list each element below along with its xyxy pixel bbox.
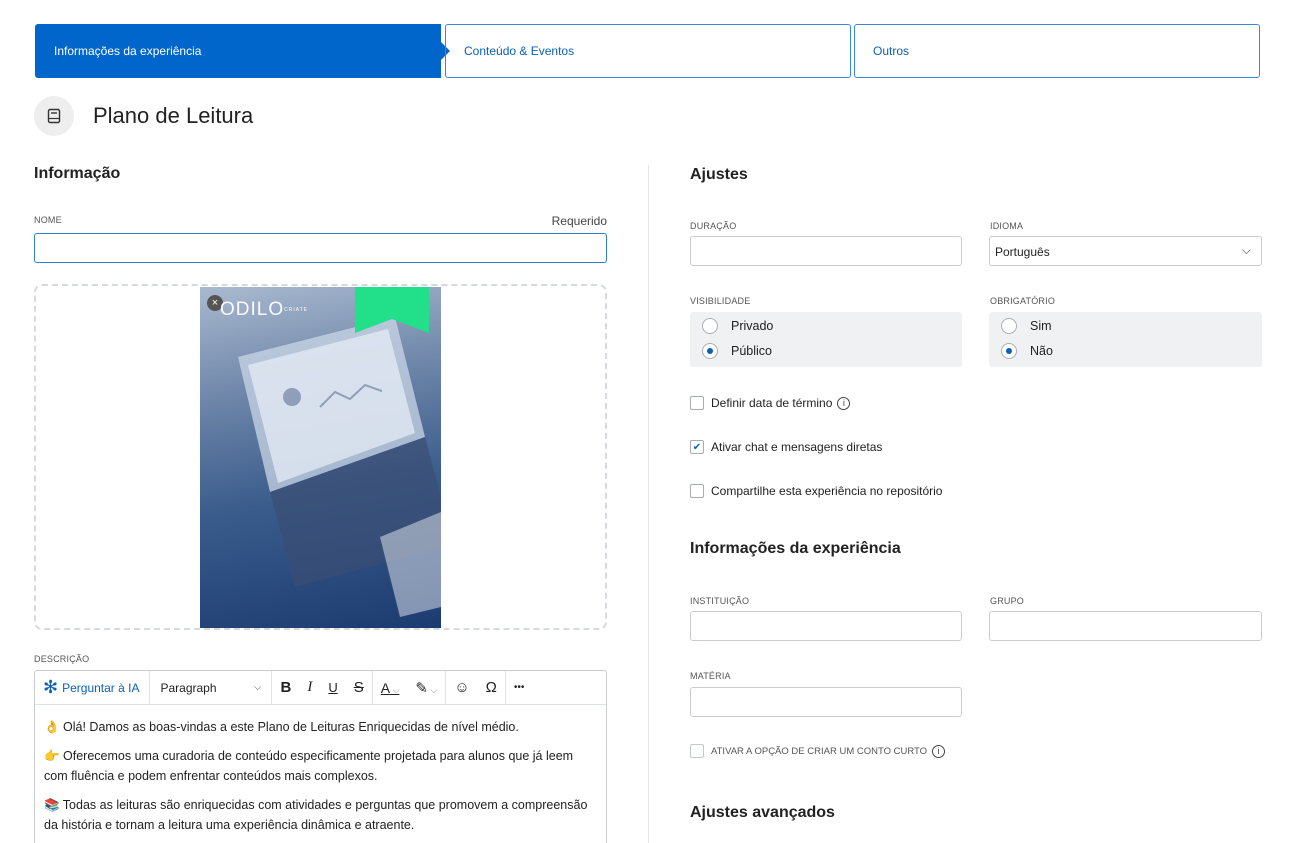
book-icon bbox=[34, 96, 74, 136]
paragraph-select[interactable]: Paragraph ⌵ bbox=[150, 671, 273, 705]
bold-button[interactable]: B bbox=[272, 679, 299, 696]
language-select[interactable]: Português ⌵ bbox=[989, 236, 1262, 266]
chat-checkbox[interactable]: ✔ bbox=[690, 440, 704, 454]
column-divider bbox=[648, 165, 649, 843]
end-date-checkbox[interactable] bbox=[690, 396, 704, 410]
radio-no[interactable]: Não bbox=[1001, 343, 1053, 359]
step-experience-info[interactable]: Informações da experiência bbox=[35, 24, 450, 78]
step-label: Outros bbox=[873, 44, 910, 58]
page-title: Plano de Leitura bbox=[93, 103, 254, 128]
logo-text: ODILO bbox=[220, 299, 285, 320]
duration-input[interactable] bbox=[690, 236, 962, 266]
editor-content[interactable]: 👌 Olá! Damos as boas-vindas a este Plano… bbox=[35, 705, 606, 835]
end-date-checkbox-row[interactable]: Definir data de término i bbox=[690, 396, 851, 410]
mandatory-label: OBRIGATÓRIO bbox=[990, 296, 1056, 306]
share-checkbox[interactable] bbox=[690, 484, 704, 498]
content-paragraph: 👉 Oferecemos uma curadoria de conteúdo e… bbox=[44, 749, 574, 783]
editor-toolbar: ✻ Perguntar à IA Paragraph ⌵ B I U S A ⌵ ✎… bbox=[35, 671, 606, 705]
group-label: GRUPO bbox=[990, 596, 1025, 606]
advanced-settings-heading: Ajustes avançados bbox=[690, 804, 835, 821]
settings-heading: Ajustes bbox=[690, 166, 748, 183]
laptop-illustration bbox=[238, 317, 441, 617]
description-label: DESCRIÇÃO bbox=[34, 654, 90, 664]
institution-input[interactable] bbox=[690, 611, 962, 641]
radio-label: Público bbox=[731, 344, 772, 358]
info-icon[interactable]: i bbox=[932, 744, 946, 758]
cover-image: × ODILOCRIATE bbox=[200, 287, 441, 628]
duration-label: DURAÇÃO bbox=[690, 221, 737, 231]
language-value: Português bbox=[995, 245, 1050, 259]
subject-label: MATÉRIA bbox=[690, 671, 731, 681]
short-story-checkbox-row[interactable]: ATIVAR A OPÇÃO DE CRIAR UM CONTO CURTO i bbox=[690, 744, 946, 758]
visibility-label: VISIBILIDADE bbox=[690, 296, 751, 306]
info-icon[interactable]: i bbox=[837, 396, 851, 410]
radio-button[interactable] bbox=[1001, 343, 1017, 359]
radio-label: Sim bbox=[1030, 319, 1052, 333]
step-label: Informações da experiência bbox=[54, 44, 202, 58]
italic-button[interactable]: I bbox=[299, 679, 320, 696]
step-label: Conteúdo & Eventos bbox=[464, 44, 575, 58]
highlight-button[interactable]: ✎ ⌵ bbox=[407, 679, 445, 697]
visibility-radio-group: Privado Público bbox=[690, 312, 962, 367]
text-color-label: A bbox=[380, 679, 391, 696]
share-checkbox-row[interactable]: Compartilhe esta experiência no repositó… bbox=[690, 484, 942, 498]
highlight-pen-icon: ✎ bbox=[415, 679, 428, 697]
text-color-button[interactable]: A ⌵ bbox=[373, 680, 408, 696]
information-heading: Informação bbox=[34, 165, 121, 182]
required-label: Requerido bbox=[551, 214, 607, 228]
chevron-down-icon: ⌵ bbox=[390, 684, 400, 695]
more-button[interactable]: ••• bbox=[506, 682, 533, 693]
paragraph-label: Paragraph bbox=[160, 680, 217, 695]
checkbox-label: Definir data de término bbox=[711, 396, 833, 410]
description-editor[interactable]: ✻ Perguntar à IA Paragraph ⌵ B I U S A ⌵ ✎… bbox=[34, 670, 607, 843]
chevron-down-icon: ⌵ bbox=[1241, 243, 1251, 257]
radio-button[interactable] bbox=[1001, 318, 1017, 334]
radio-private[interactable]: Privado bbox=[702, 318, 773, 334]
ai-sparkle-icon: ✻ bbox=[43, 677, 59, 697]
special-chars-button[interactable]: Ω bbox=[478, 679, 505, 696]
stepper: Informações da experiência Conteúdo & Ev… bbox=[35, 24, 1260, 78]
checkbox-label: Compartilhe esta experiência no repositó… bbox=[711, 484, 943, 498]
ask-ai-label: Perguntar à IA bbox=[62, 680, 140, 695]
checkbox-label: Ativar chat e mensagens diretas bbox=[711, 440, 883, 454]
emoji-icon[interactable]: ☺ bbox=[446, 679, 477, 696]
content-paragraph: 👌 Olá! Damos as boas-vindas a este Plano… bbox=[44, 720, 519, 734]
page-header: Plano de Leitura bbox=[34, 96, 253, 136]
cover-logo: ODILOCRIATE bbox=[220, 299, 308, 321]
short-story-checkbox[interactable] bbox=[690, 744, 704, 758]
name-input[interactable] bbox=[34, 233, 607, 263]
chevron-down-icon: ⌵ bbox=[427, 684, 438, 695]
step-others[interactable]: Outros bbox=[854, 24, 1260, 78]
strikethrough-button[interactable]: S bbox=[346, 679, 372, 696]
group-input[interactable] bbox=[989, 611, 1262, 641]
chat-checkbox-row[interactable]: ✔ Ativar chat e mensagens diretas bbox=[690, 440, 882, 454]
logo-suffix: CRIATE bbox=[284, 306, 309, 313]
experience-info-heading: Informações da experiência bbox=[690, 540, 901, 557]
institution-label: INSTITUIÇÃO bbox=[690, 596, 750, 606]
ask-ai-button[interactable]: ✻ Perguntar à IA bbox=[35, 671, 151, 705]
radio-public[interactable]: Público bbox=[702, 343, 772, 359]
bookmark-icon bbox=[355, 287, 429, 333]
radio-yes[interactable]: Sim bbox=[1001, 318, 1052, 334]
underline-button[interactable]: U bbox=[320, 680, 345, 695]
checkbox-label: ATIVAR A OPÇÃO DE CRIAR UM CONTO CURTO bbox=[711, 745, 928, 757]
radio-label: Privado bbox=[731, 319, 774, 333]
radio-button[interactable] bbox=[702, 318, 718, 334]
language-label: IDIOMA bbox=[990, 221, 1024, 231]
chevron-down-icon: ⌵ bbox=[253, 682, 262, 693]
step-content-events[interactable]: Conteúdo & Eventos bbox=[445, 24, 851, 78]
name-label: NOME bbox=[34, 215, 62, 225]
radio-button[interactable] bbox=[702, 343, 718, 359]
mandatory-radio-group: Sim Não bbox=[989, 312, 1262, 367]
subject-input[interactable] bbox=[690, 687, 962, 717]
radio-label: Não bbox=[1030, 344, 1053, 358]
content-paragraph: 📚 Todas as leituras são enriquecidas com… bbox=[44, 798, 588, 832]
